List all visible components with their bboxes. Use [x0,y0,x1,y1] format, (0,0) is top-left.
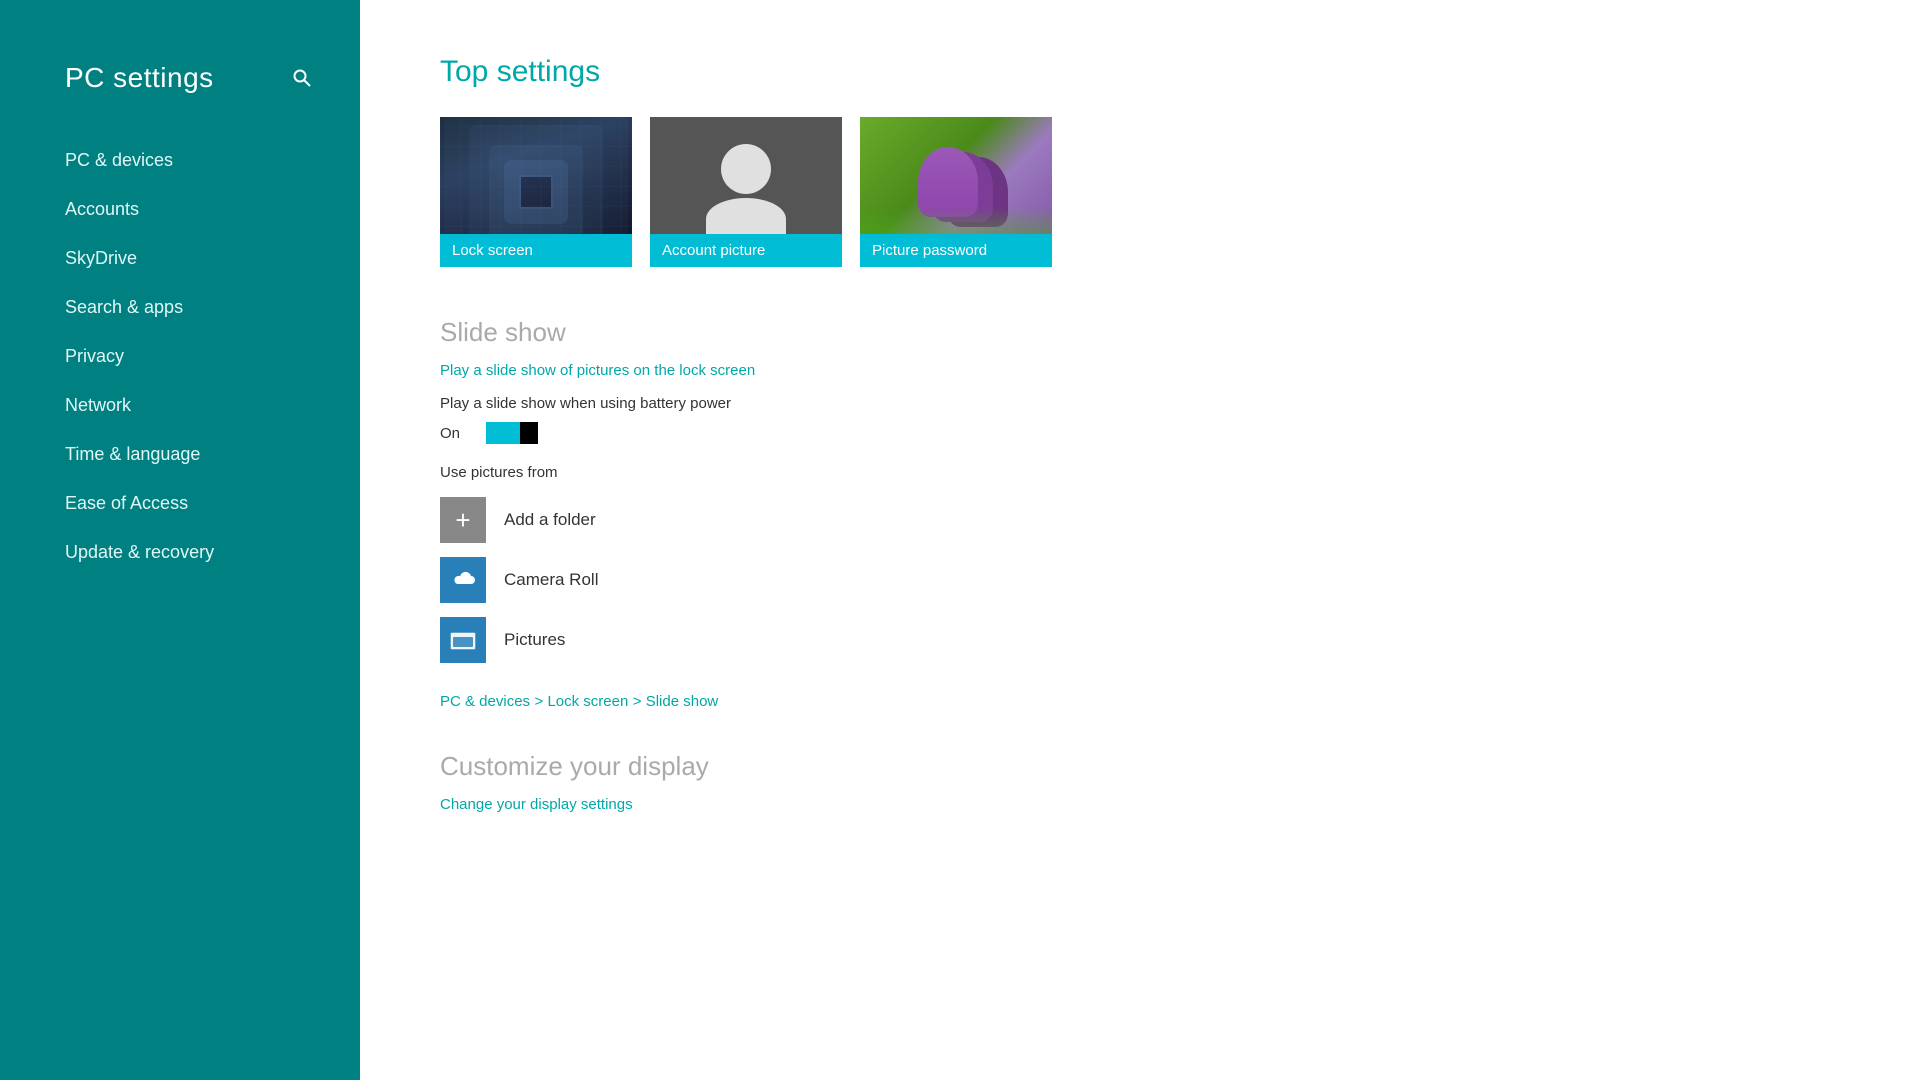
slideshow-link[interactable]: Play a slide show of pictures on the loc… [440,362,1840,379]
top-settings-heading: Top settings [440,55,1840,89]
add-folder-icon: + [440,497,486,543]
toggle-thumb [520,422,538,444]
breadcrumb-lock-screen[interactable]: Lock screen [547,693,628,710]
customize-link[interactable]: Change your display settings [440,796,1840,813]
sidebar-item-time-language[interactable]: Time & language [0,430,360,479]
battery-label: Play a slide show when using battery pow… [440,395,1840,412]
battery-toggle[interactable] [486,422,538,444]
pictures-label: Pictures [504,630,565,650]
customize-section: Customize your display Change your displ… [440,751,1840,813]
breadcrumb-area: PC & devices > Lock screen > Slide show [440,693,1840,711]
pictures-item[interactable]: Pictures [440,617,1840,663]
search-icon [292,68,312,88]
breadcrumb-pc-devices[interactable]: PC & devices [440,693,530,710]
sidebar-item-skydrive[interactable]: SkyDrive [0,234,360,283]
avatar-head [721,144,771,194]
slideshow-section: Slide show Play a slide show of pictures… [440,317,1840,663]
customize-heading: Customize your display [440,751,1840,782]
plus-icon: + [455,505,470,536]
nav-list: PC & devices Accounts SkyDrive Search & … [0,136,360,1080]
pictures-icon [440,617,486,663]
sidebar-header: PC settings [0,0,360,136]
settings-cards-row: Lock screen Account picture Picture pass… [440,117,1840,267]
picture-password-label: Picture password [860,234,1052,267]
account-picture-card[interactable]: Account picture [650,117,842,267]
avatar [706,144,786,240]
breadcrumb-slide-show[interactable]: Slide show [646,693,719,710]
sidebar: PC settings PC & devices Accounts SkyDri… [0,0,360,1080]
account-picture-label: Account picture [650,234,842,267]
camera-roll-item[interactable]: Camera Roll [440,557,1840,603]
toggle-on-label: On [440,425,470,442]
sidebar-item-search-apps[interactable]: Search & apps [0,283,360,332]
main-content: Top settings Lock screen Account picture… [360,0,1920,1080]
lock-screen-card[interactable]: Lock screen [440,117,632,267]
use-pictures-label: Use pictures from [440,464,1840,481]
add-folder-label: Add a folder [504,510,596,530]
breadcrumb-sep1: > [535,693,548,710]
sidebar-item-update-recovery[interactable]: Update & recovery [0,528,360,577]
add-folder-item[interactable]: + Add a folder [440,497,1840,543]
cloud-icon [449,569,477,591]
battery-toggle-row: On [440,422,1840,444]
app-title: PC settings [65,62,214,94]
breadcrumb-sep2: > [633,693,646,710]
sidebar-item-privacy[interactable]: Privacy [0,332,360,381]
slideshow-heading: Slide show [440,317,1840,348]
camera-roll-icon [440,557,486,603]
picture-password-card[interactable]: Picture password [860,117,1052,267]
camera-roll-label: Camera Roll [504,570,598,590]
sidebar-item-accounts[interactable]: Accounts [0,185,360,234]
sidebar-item-pc-devices[interactable]: PC & devices [0,136,360,185]
sidebar-item-ease-of-access[interactable]: Ease of Access [0,479,360,528]
sidebar-item-network[interactable]: Network [0,381,360,430]
search-button[interactable] [284,60,320,96]
pictures-folder-icon [449,629,477,651]
lock-screen-label: Lock screen [440,234,632,267]
